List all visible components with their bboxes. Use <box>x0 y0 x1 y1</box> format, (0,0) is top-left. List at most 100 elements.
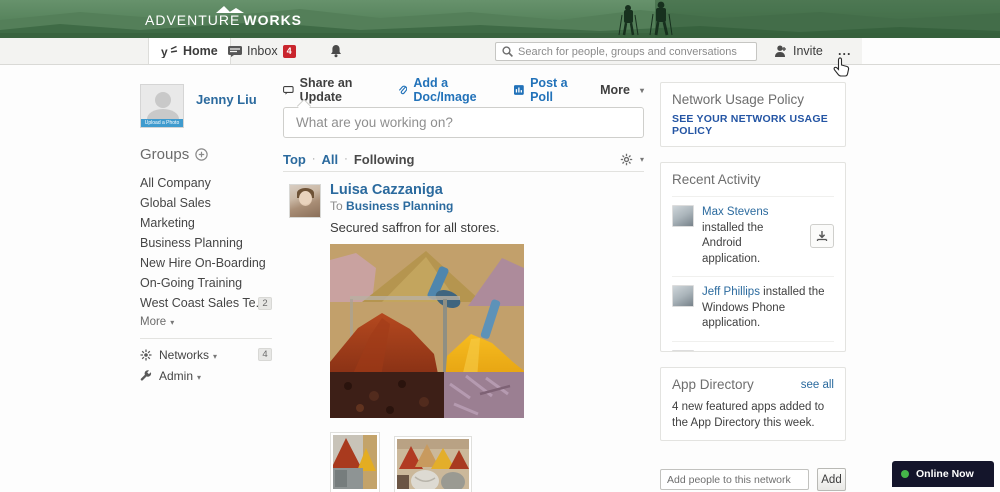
activity-avatar[interactable] <box>672 205 694 227</box>
feed-column: Share an Update Add a Doc/Image Post a P… <box>283 82 644 492</box>
thumbnail-1[interactable] <box>330 432 380 492</box>
groups-list: All Company Global Sales Marketing Busin… <box>140 173 272 313</box>
networks-badge: 4 <box>258 348 272 361</box>
online-now-label: Online Now <box>916 468 974 480</box>
app-directory-see-all[interactable]: see all <box>801 379 834 391</box>
search-input[interactable] <box>518 46 750 58</box>
group-unread-badge: 2 <box>258 297 272 310</box>
groups-more-button[interactable]: More <box>140 313 272 331</box>
to-label: To <box>330 199 343 213</box>
activity-verb: installed the Android application. <box>702 222 763 265</box>
invite-button[interactable]: Invite <box>762 38 835 64</box>
add-doc-image-tab[interactable]: Add a Doc/Image <box>398 76 496 104</box>
post-thumbnails <box>330 432 644 492</box>
add-people-input[interactable] <box>660 469 809 490</box>
groups-header: Groups <box>140 146 272 163</box>
post-image-spice-market[interactable] <box>330 244 524 418</box>
filter-top[interactable]: Top <box>283 152 306 167</box>
group-label: Business Planning <box>140 236 272 250</box>
activity-text: Jeff Phillips and 2 others installed the… <box>702 350 834 352</box>
download-app-button[interactable] <box>810 224 834 248</box>
tab-inbox[interactable]: Inbox 4 <box>216 38 308 64</box>
thumbnail-2-image <box>397 439 469 489</box>
invite-label: Invite <box>793 44 823 58</box>
activity-user-link[interactable]: Max Stevens <box>702 206 768 218</box>
tab-inbox-label: Inbox <box>247 44 278 58</box>
activity-avatar[interactable] <box>672 285 694 307</box>
admin-label-wrap: Admin <box>159 369 272 383</box>
post-poll-label: Post a Poll <box>530 76 582 104</box>
post-poll-tab[interactable]: Post a Poll <box>514 76 582 104</box>
feed-post: Luisa Cazzaniga To Business Planning Sec… <box>283 182 644 492</box>
current-user-name[interactable]: Jenny Liu <box>196 92 257 107</box>
post-group-link[interactable]: Business Planning <box>346 199 453 213</box>
usage-policy-link[interactable]: SEE YOUR NETWORK USAGE POLICY <box>672 113 834 137</box>
sidebar-group-item[interactable]: New Hire On-Boarding <box>140 253 272 273</box>
filter-all[interactable]: All <box>322 152 339 167</box>
sidebar-group-item[interactable]: West Coast Sales Te... 2 <box>140 293 272 313</box>
networks-label-wrap: Networks <box>159 348 251 362</box>
status-update-input[interactable] <box>283 107 644 138</box>
sidebar-group-item[interactable]: On-Going Training <box>140 273 272 293</box>
speech-bubble-icon <box>283 85 294 96</box>
search-icon <box>502 46 513 57</box>
activity-text: Jeff Phillips installed the Windows Phon… <box>702 285 834 332</box>
left-sidebar: Upload a Photo Jenny Liu Groups All Comp… <box>140 84 272 386</box>
usage-policy-title: Network Usage Policy <box>672 92 834 107</box>
profile-avatar[interactable]: Upload a Photo <box>140 84 184 128</box>
activity-item: Max Stevens installed the Android applic… <box>672 196 834 267</box>
usage-policy-box: Network Usage Policy SEE YOUR NETWORK US… <box>660 82 846 147</box>
admin-label: Admin <box>159 369 193 383</box>
post-body: Luisa Cazzaniga To Business Planning Sec… <box>330 182 644 492</box>
sidebar-item-networks[interactable]: Networks 4 <box>140 344 272 365</box>
download-icon <box>816 230 828 242</box>
group-label: West Coast Sales Te... <box>140 296 258 310</box>
activity-user-link[interactable]: Jeff Phillips <box>702 286 760 298</box>
sidebar-group-item[interactable]: All Company <box>140 173 272 193</box>
publisher-tabs: Share an Update Add a Doc/Image Post a P… <box>283 82 644 98</box>
group-label: Marketing <box>140 216 272 230</box>
inbox-unread-badge: 4 <box>283 45 296 58</box>
global-search <box>495 42 757 61</box>
group-label: On-Going Training <box>140 276 272 290</box>
filter-separator: · <box>344 153 348 165</box>
ellipsis-icon: ... <box>838 44 851 58</box>
share-update-tab[interactable]: Share an Update <box>283 76 380 104</box>
sidebar-group-item[interactable]: Global Sales <box>140 193 272 213</box>
publisher-more-label: More <box>600 83 630 97</box>
add-people-button[interactable]: Add <box>817 468 846 491</box>
publisher-more-tab[interactable]: More <box>600 83 644 97</box>
composer <box>283 107 644 138</box>
svg-text:y: y <box>161 45 168 58</box>
more-menu-button[interactable]: ... <box>826 38 863 64</box>
author-avatar[interactable] <box>289 184 321 218</box>
add-doc-image-label: Add a Doc/Image <box>413 76 496 104</box>
upload-photo-button[interactable]: Upload a Photo <box>141 119 183 127</box>
add-people-row: Add <box>660 468 846 491</box>
post-author-link[interactable]: Luisa Cazzaniga <box>330 182 644 198</box>
app-directory-header: App Directory see all <box>672 377 834 392</box>
bell-icon <box>330 44 342 58</box>
add-group-icon[interactable] <box>195 148 208 161</box>
feed-settings-button[interactable] <box>620 153 644 166</box>
thumbnail-2[interactable] <box>394 436 472 492</box>
activity-avatar[interactable] <box>672 350 694 352</box>
filter-following[interactable]: Following <box>354 152 415 167</box>
notifications-button[interactable] <box>318 38 354 64</box>
logo-mountains-icon <box>212 3 246 13</box>
profile-block: Upload a Photo Jenny Liu <box>140 84 272 130</box>
post-to-line: To Business Planning <box>330 199 644 213</box>
sidebar-group-item[interactable]: Business Planning <box>140 233 272 253</box>
sidebar-item-admin[interactable]: Admin <box>140 365 272 386</box>
filter-separator: · <box>312 153 316 165</box>
online-now-toast[interactable]: Online Now <box>892 461 994 487</box>
groups-more-label: More <box>140 316 166 328</box>
app-directory-box: App Directory see all 4 new featured app… <box>660 367 846 441</box>
activity-user-link[interactable]: Jeff Phillips <box>702 351 760 352</box>
admin-wrench-icon <box>140 370 152 382</box>
avatar-art <box>299 191 312 206</box>
group-label: All Company <box>140 176 272 190</box>
thumbnail-1-image <box>333 435 377 489</box>
sidebar-group-item[interactable]: Marketing <box>140 213 272 233</box>
logo-text-works: WORKS <box>243 12 302 28</box>
